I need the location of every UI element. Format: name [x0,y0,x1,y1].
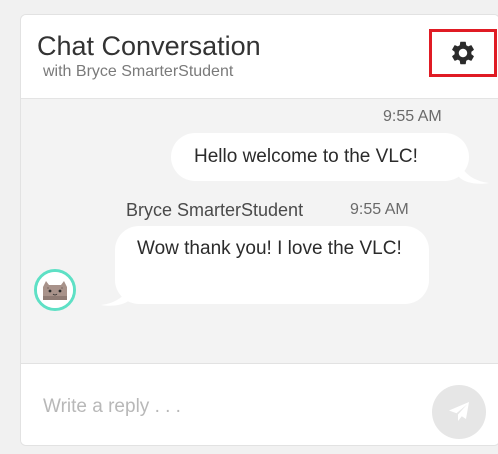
sender-name: Bryce SmarterStudent [126,200,304,220]
chat-header: Chat Conversation with Bryce SmarterStud… [21,15,498,99]
send-button[interactable] [432,385,486,439]
settings-button[interactable] [429,29,497,77]
conversation-subtitle: with Bryce SmarterStudent [43,63,234,80]
outgoing-message-bubble: Hello welcome to the VLC! [171,133,469,181]
reply-input[interactable] [31,387,421,427]
outgoing-message-time: 9:55 AM [383,108,442,125]
chat-card: Chat Conversation with Bryce SmarterStud… [20,14,498,446]
reply-composer [21,365,498,445]
cat-avatar-icon [37,272,73,308]
paper-plane-icon [449,402,469,421]
message-list[interactable]: 9:55 AM Hello welcome to the VLC! Bryce … [21,99,498,364]
page-title: Chat Conversation [37,31,261,61]
incoming-message-bubble: Wow thank you! I love the VLC! [115,226,429,304]
gear-icon [452,41,474,65]
avatar[interactable] [34,269,76,311]
incoming-message-time: 9:55 AM [350,201,409,218]
